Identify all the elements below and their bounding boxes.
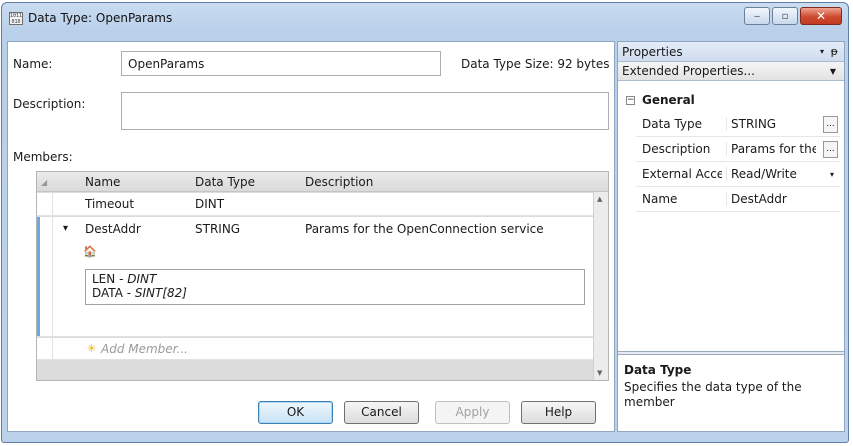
home-icon: 🏠 bbox=[83, 245, 97, 258]
properties-title-bar: Properties ▾ ᵽ bbox=[618, 42, 844, 62]
property-value[interactable]: STRING bbox=[726, 117, 816, 131]
minimize-button[interactable]: ‒ bbox=[744, 7, 770, 25]
scroll-down-icon[interactable]: ▼ bbox=[597, 369, 602, 377]
apply-button[interactable]: Apply bbox=[435, 401, 510, 424]
title-bar[interactable]: 1011 010 Data Type: OpenParams ‒ ▫ ✕ bbox=[2, 3, 848, 33]
property-row-description[interactable]: Description Params for the ... bbox=[636, 138, 840, 162]
property-row-external-access[interactable]: External Acces Read/Write ▾ bbox=[636, 163, 840, 187]
property-name: Description bbox=[642, 142, 711, 156]
member-data-type-cell[interactable]: STRING bbox=[195, 222, 240, 236]
properties-selector[interactable]: Extended Properties... ▼ bbox=[618, 62, 844, 81]
ellipsis-button[interactable]: ... bbox=[823, 116, 838, 133]
property-name: External Acces bbox=[642, 167, 722, 181]
description-label: Description: bbox=[13, 97, 86, 111]
close-button[interactable]: ✕ bbox=[800, 7, 842, 25]
panel-dropdown-icon[interactable]: ▾ bbox=[820, 47, 824, 56]
close-icon: ✕ bbox=[815, 9, 827, 23]
properties-pane: Properties ▾ ᵽ Extended Properties... ▼ … bbox=[617, 41, 845, 432]
column-header-description[interactable]: Description bbox=[305, 175, 373, 189]
data-type-size: Data Type Size: 92 bytes bbox=[461, 57, 610, 71]
ellipsis-button[interactable]: ... bbox=[823, 141, 838, 158]
minimize-icon: ‒ bbox=[753, 10, 761, 22]
select-all-corner[interactable]: ◢ bbox=[41, 178, 47, 187]
collapse-icon[interactable]: − bbox=[626, 96, 635, 105]
ok-button[interactable]: OK bbox=[258, 401, 333, 424]
chevron-down-icon[interactable]: ▼ bbox=[830, 67, 836, 76]
member-description-cell[interactable]: Params for the OpenConnection service bbox=[305, 222, 544, 236]
column-header-name[interactable]: Name bbox=[85, 175, 120, 189]
member-name-cell[interactable]: Timeout bbox=[85, 197, 134, 211]
maximize-icon: ▫ bbox=[781, 10, 789, 22]
member-data-type-cell[interactable]: DINT bbox=[195, 197, 224, 211]
scroll-up-icon[interactable]: ▲ bbox=[597, 195, 602, 203]
dropdown-arrow-icon[interactable]: ▾ bbox=[830, 170, 834, 179]
pin-icon[interactable]: ᵽ bbox=[831, 45, 838, 58]
data-type-editor-pane: Name: OpenParams Data Type Size: 92 byte… bbox=[7, 41, 615, 432]
add-member-label[interactable]: Add Member... bbox=[101, 342, 188, 356]
add-member-icon: ✳ bbox=[87, 342, 97, 355]
add-member-row[interactable]: ✳ Add Member... bbox=[37, 338, 593, 360]
collapse-arrow-icon[interactable]: ▾ bbox=[63, 223, 68, 234]
property-row-data-type[interactable]: Data Type STRING ... bbox=[636, 113, 840, 137]
name-field[interactable]: OpenParams bbox=[121, 51, 441, 76]
data-type-icon: 1011 010 bbox=[9, 12, 23, 25]
properties-title: Properties bbox=[622, 45, 683, 59]
member-name-cell[interactable]: DestAddr bbox=[85, 222, 141, 236]
string-structure-box: LEN - DINT DATA - SINT[82] bbox=[85, 269, 585, 305]
property-value[interactable]: DestAddr bbox=[726, 192, 816, 206]
members-grid-header: ◢ Name Data Type Description bbox=[37, 172, 608, 192]
column-header-data-type[interactable]: Data Type bbox=[195, 175, 255, 189]
property-name: Name bbox=[642, 192, 678, 206]
property-value[interactable]: Params for the bbox=[726, 142, 816, 156]
members-scrollbar[interactable]: ▲ ▼ bbox=[593, 192, 608, 380]
property-name: Data Type bbox=[642, 117, 703, 131]
property-value[interactable]: Read/Write bbox=[726, 167, 816, 181]
cancel-button[interactable]: Cancel bbox=[344, 401, 419, 424]
struct-line-len: LEN - DINT bbox=[92, 272, 157, 286]
help-splitter[interactable] bbox=[618, 351, 844, 355]
description-field[interactable] bbox=[121, 92, 609, 130]
struct-line-data: DATA - SINT[82] bbox=[92, 286, 187, 300]
row-selector[interactable] bbox=[37, 193, 53, 215]
table-row[interactable]: Timeout DINT bbox=[37, 193, 593, 216]
help-title: Data Type bbox=[624, 363, 692, 377]
properties-selector-value: Extended Properties... bbox=[622, 64, 755, 78]
name-label: Name: bbox=[13, 57, 53, 71]
property-row-name[interactable]: Name DestAddr bbox=[636, 188, 840, 212]
maximize-button[interactable]: ▫ bbox=[772, 7, 798, 25]
window-title: Data Type: OpenParams bbox=[28, 11, 173, 25]
members-label: Members: bbox=[13, 150, 73, 164]
help-button[interactable]: Help bbox=[521, 401, 596, 424]
property-grid: − General Data Type STRING ... Descripti… bbox=[618, 81, 844, 351]
property-group-general[interactable]: − General bbox=[618, 91, 844, 111]
help-description: Specifies the data type of the member bbox=[624, 380, 802, 409]
members-grid: ◢ Name Data Type Description Timeout DIN… bbox=[36, 171, 609, 381]
row-selector[interactable] bbox=[37, 217, 53, 336]
group-name: General bbox=[642, 93, 695, 107]
row-selector[interactable] bbox=[37, 338, 53, 359]
